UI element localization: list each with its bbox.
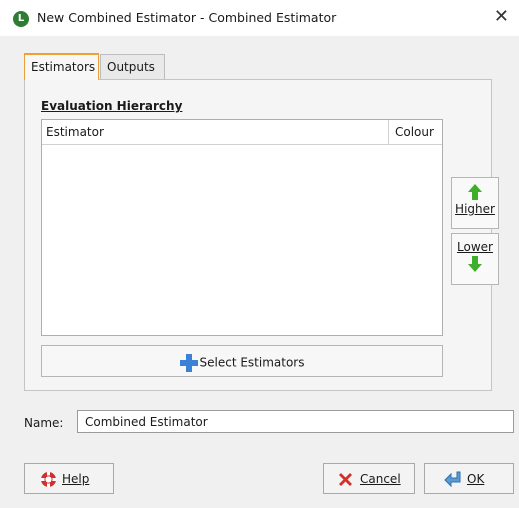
ok-label: OK	[467, 472, 485, 486]
help-label: Help	[62, 472, 90, 486]
cancel-x-icon	[339, 473, 352, 486]
leapfrog-icon: L	[13, 11, 29, 27]
tab-estimators[interactable]: Estimators	[24, 53, 99, 80]
select-estimators-button[interactable]: Select Estimators	[41, 345, 443, 377]
enter-arrow-icon	[444, 471, 461, 488]
close-icon[interactable]: ✕	[494, 6, 509, 27]
name-field[interactable]	[77, 410, 514, 433]
list-header: Estimator Colour	[42, 120, 442, 145]
cancel-button[interactable]: Cancel	[323, 463, 415, 494]
estimators-panel: Evaluation Hierarchy Estimator Colour Hi…	[24, 79, 499, 391]
arrow-down-icon	[468, 256, 482, 272]
select-estimators-label: Select Estimators	[199, 355, 305, 370]
higher-button[interactable]: Higher	[451, 177, 499, 229]
help-button[interactable]: Help	[24, 463, 114, 494]
column-header-estimator[interactable]: Estimator	[46, 125, 104, 139]
title-bar: L New Combined Estimator - Combined Esti…	[0, 0, 519, 36]
tab-outputs[interactable]: Outputs	[100, 54, 165, 79]
plus-icon	[179, 354, 198, 372]
window-title: New Combined Estimator - Combined Estima…	[37, 10, 337, 25]
estimator-list[interactable]: Estimator Colour	[41, 119, 443, 336]
evaluation-hierarchy-label: Evaluation Hierarchy	[41, 99, 182, 113]
evaluation-hierarchy-text: Evaluation Hierarchy	[41, 99, 183, 113]
higher-label: Higher	[455, 202, 495, 216]
lower-button[interactable]: Lower	[451, 233, 499, 285]
name-label: Name:	[24, 416, 64, 430]
cancel-label: Cancel	[360, 472, 401, 486]
lifebuoy-icon	[41, 472, 56, 487]
column-header-colour[interactable]: Colour	[395, 125, 434, 139]
arrow-up-icon	[468, 184, 482, 200]
column-divider[interactable]	[388, 120, 389, 144]
lower-label: Lower	[457, 240, 493, 254]
ok-button[interactable]: OK	[424, 463, 514, 494]
